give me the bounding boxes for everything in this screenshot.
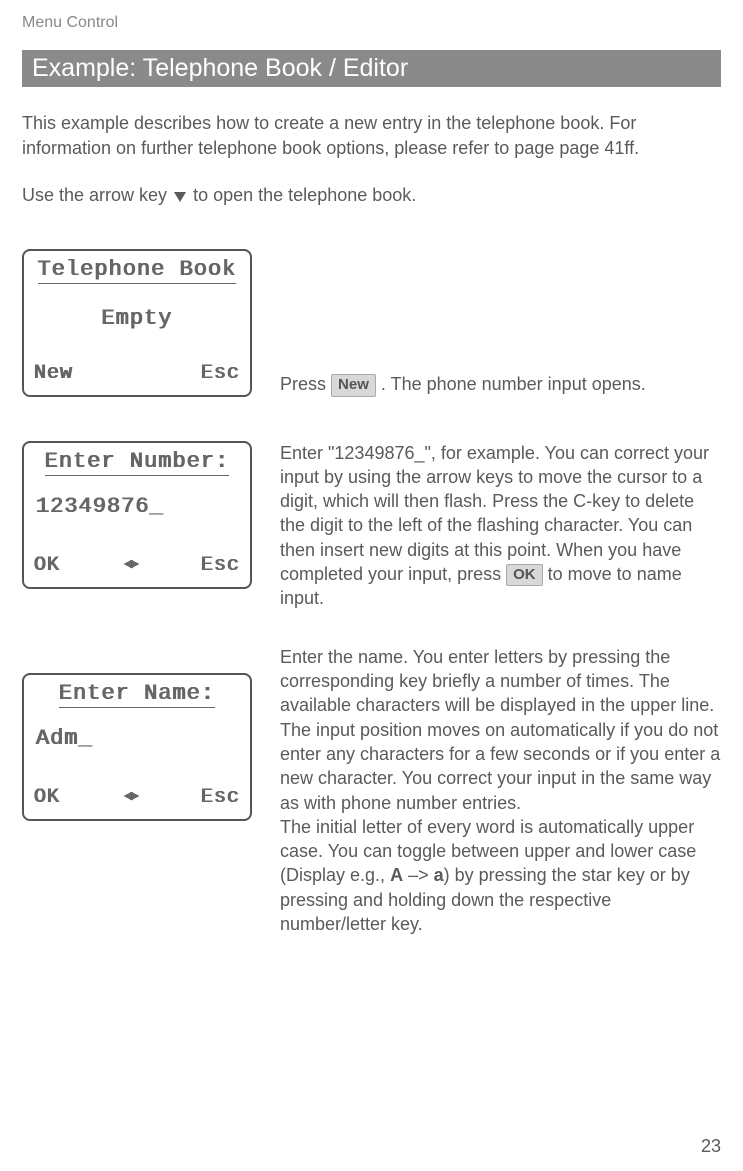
new-key-label: New [331,374,376,396]
lcd-softkey-left: New [34,362,73,385]
desc2-a: Enter "12349876_", for example. You can … [280,443,709,584]
example-row-3: Enter Name: Adm_ OK ◄► Esc Enter the nam… [22,645,721,937]
desc1-pre: Press [280,374,326,394]
instruction-post: to open the telephone book. [193,185,416,205]
lcd-title: Enter Name: [59,681,215,708]
lcd-body: Adm_ [34,712,240,786]
nav-arrows-icon: ◄► [124,557,137,573]
running-header: Menu Control [22,14,721,32]
arrow-down-icon [174,192,186,202]
page-number: 23 [701,1136,721,1157]
lcd-body: 12349876_ [34,480,240,554]
lcd-softkey-left: OK [34,554,60,577]
desc3-a: Enter the name. You enter letters by pre… [280,647,720,813]
lcd-footer: OK ◄► Esc [34,554,240,577]
lcd-title: Enter Number: [45,449,230,476]
desc3-arrow: –> [408,865,429,885]
desc3-lower-a: a [434,865,444,885]
desc-text-3: Enter the name. You enter letters by pre… [280,645,721,937]
lcd-softkey-left: OK [34,786,60,809]
ok-key-label: OK [506,564,543,586]
page-heading: Example: Telephone Book / Editor [22,50,721,87]
instruction-pre: Use the arrow key [22,185,167,205]
nav-arrows-icon: ◄► [124,789,137,805]
desc-text-2: Enter "12349876_", for example. You can … [280,441,721,611]
lcd-softkey-right: Esc [201,554,240,577]
lcd-title: Telephone Book [38,257,237,284]
instruction-line: Use the arrow key to open the telephone … [22,183,721,208]
desc-text-1: Press New . The phone number input opens… [280,372,721,396]
example-row-2: Enter Number: 12349876_ OK ◄► Esc Enter … [22,441,721,611]
lcd-softkey-right: Esc [201,362,240,385]
lcd-screen-2: Enter Number: 12349876_ OK ◄► Esc [22,441,252,589]
desc3-upper-a: A [390,865,403,885]
lcd-footer: New Esc [34,362,240,385]
lcd-softkey-right: Esc [201,786,240,809]
lcd-screen-1: Telephone Book Empty New Esc [22,249,252,397]
desc1-post: . The phone number input opens. [381,374,646,394]
lcd-screen-3: Enter Name: Adm_ OK ◄► Esc [22,673,252,821]
lcd-body: Empty [34,288,240,362]
lcd-footer: OK ◄► Esc [34,786,240,809]
intro-paragraph: This example describes how to create a n… [22,111,721,161]
example-row-1: Telephone Book Empty New Esc Press New .… [22,249,721,397]
